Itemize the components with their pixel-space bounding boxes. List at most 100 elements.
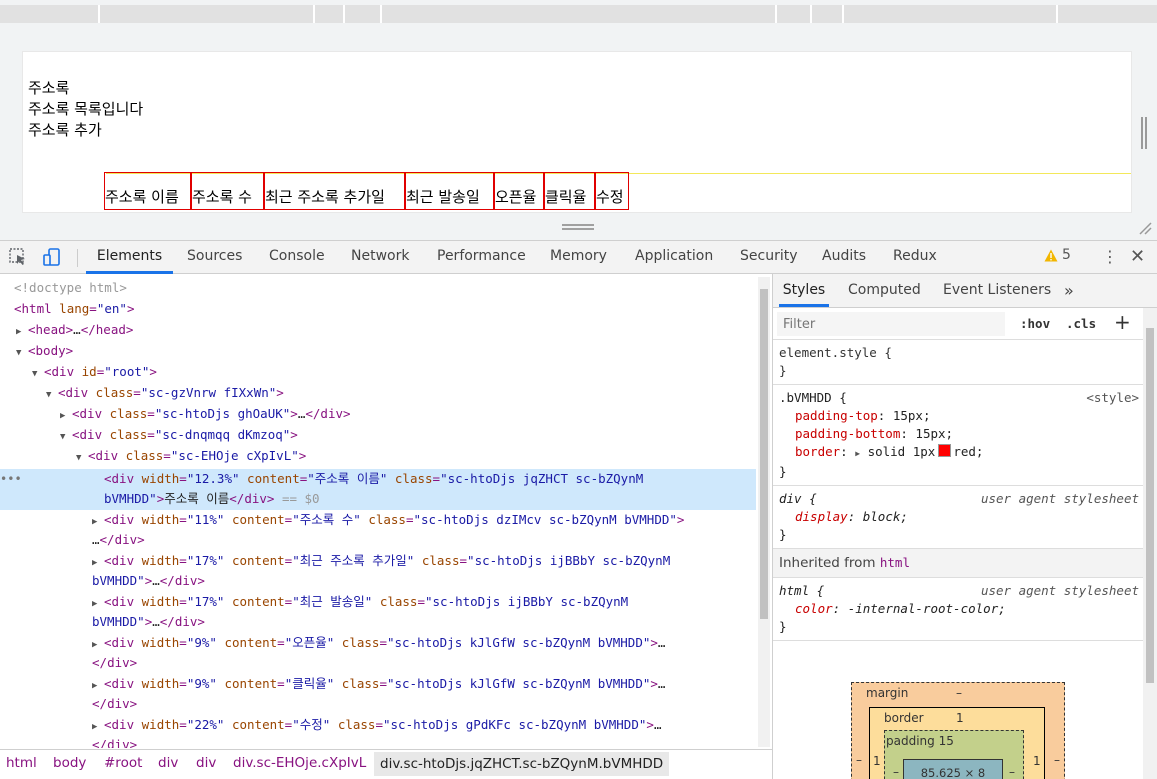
viewport-resize-handle[interactable]	[1141, 117, 1147, 149]
more-options-icon[interactable]: ⋮	[1102, 249, 1118, 265]
root-div-node[interactable]: ▼ <div id="root">	[32, 362, 157, 385]
border-value[interactable]: 1	[956, 711, 964, 725]
breadcrumb-item-current[interactable]: div.sc-htoDjs.jqZHCT.sc-bZQynM.bVMHDD	[374, 752, 670, 776]
div-node-continuation[interactable]: </div>	[92, 694, 137, 715]
inherited-tag-link[interactable]: html	[880, 555, 910, 570]
collapse-triangle-icon[interactable]: ▼	[76, 448, 88, 469]
tab-memory[interactable]: Memory	[550, 241, 607, 274]
breadcrumb: html body #root div div div.sc-EHOje.cXp…	[0, 749, 772, 779]
color-swatch-icon[interactable]	[938, 444, 952, 457]
close-devtools-icon[interactable]: ✕	[1130, 246, 1145, 267]
tab-computed[interactable]: Computed	[848, 274, 921, 307]
breadcrumb-item[interactable]: div.sc-EHOje.cXpIvL	[233, 755, 366, 771]
styles-filter-input[interactable]	[777, 312, 1005, 336]
bvmhdd-style-rule[interactable]: .bVMHDD { <style> padding-top: 15px; pad…	[773, 385, 1143, 486]
content-attr-name: content	[231, 594, 285, 609]
div-node[interactable]: ▶ <div width="9%" content="클릭율" class="sc…	[92, 674, 665, 697]
devtools-drag-handle[interactable]	[562, 224, 594, 230]
selected-div-node[interactable]: <div width="12.3%" content="주소록 이름" clas…	[104, 469, 643, 490]
div-node[interactable]: ▶ <div width="9%" content="오픈율" class="sc…	[92, 633, 665, 656]
tab-application[interactable]: Application	[635, 241, 713, 274]
padding-left-value[interactable]: –	[893, 765, 899, 779]
media-query-ruler[interactable]	[0, 5, 1157, 23]
element-style-rule[interactable]: element.style { }	[773, 340, 1143, 385]
div-node-continuation[interactable]: bVMHDD">…</div>	[92, 571, 205, 592]
warnings-counter[interactable]: 5	[1044, 247, 1071, 263]
box-model-padding[interactable]: padding 15 – – 85.625 × 8	[884, 730, 1024, 779]
tab-event-listeners[interactable]: Event Listeners	[943, 274, 1051, 307]
margin-value[interactable]: –	[956, 686, 962, 700]
tab-console[interactable]: Console	[269, 241, 325, 274]
breadcrumb-item[interactable]: div	[196, 755, 216, 771]
hover-state-toggle[interactable]: :hov	[1020, 316, 1050, 331]
padding-right-value[interactable]: –	[1009, 765, 1015, 779]
collapse-triangle-icon[interactable]: ▼	[46, 385, 58, 406]
tab-elements[interactable]: Elements	[86, 241, 173, 274]
rule-source-link[interactable]: <style>	[1086, 389, 1139, 407]
inspect-element-icon[interactable]	[8, 247, 28, 267]
div-node-continuation[interactable]: …</div>	[92, 530, 145, 551]
body-node[interactable]: ▼ <body>	[16, 341, 73, 364]
expand-triangle-icon[interactable]: ▶	[60, 406, 72, 427]
corner-resize-icon[interactable]	[1138, 221, 1152, 235]
box-model-margin[interactable]: margin – – – border 1 1 1 padding 15 – –…	[851, 682, 1065, 779]
style-property[interactable]: border: ▶ solid 1px red;	[779, 443, 1137, 463]
margin-right-value[interactable]: –	[1054, 753, 1060, 767]
collapse-triangle-icon[interactable]: ▼	[32, 364, 44, 385]
div-node[interactable]: ▶ <div class="sc-htoDjs ghOaUK">…</div>	[60, 404, 351, 427]
tab-sources[interactable]: Sources	[187, 241, 242, 274]
breadcrumb-item[interactable]: #root	[104, 755, 142, 771]
breadcrumb-item[interactable]: html	[6, 755, 37, 771]
collapse-triangle-icon[interactable]: ▼	[60, 427, 72, 448]
expand-triangle-icon[interactable]: ▶	[16, 322, 28, 343]
expand-shorthand-icon[interactable]: ▶	[855, 449, 860, 458]
div-node[interactable]: ▼ <div class="sc-gzVnrw fIXxWn">	[46, 383, 284, 406]
padding-value[interactable]: 15	[939, 734, 954, 748]
class-toggle[interactable]: .cls	[1066, 316, 1096, 331]
breadcrumb-item[interactable]: body	[53, 755, 86, 771]
tab-performance[interactable]: Performance	[437, 241, 526, 274]
collapse-triangle-icon[interactable]: ▼	[16, 343, 28, 364]
box-model-content[interactable]: 85.625 × 8	[903, 759, 1003, 779]
div-class-value: bVMHDD	[104, 491, 150, 506]
html-ua-style-rule[interactable]: html { user agent stylesheet color: -int…	[773, 578, 1143, 641]
div-ua-style-rule[interactable]: div { user agent stylesheet display: blo…	[773, 486, 1143, 549]
style-property[interactable]: padding-top: 15px;	[779, 407, 1137, 425]
div-node-continuation[interactable]: bVMHDD">…</div>	[92, 612, 205, 633]
tab-security[interactable]: Security	[740, 241, 798, 274]
div-node-continuation[interactable]: </div>	[92, 653, 137, 674]
add-address-book-link[interactable]: 주소록 추가	[28, 120, 102, 141]
head-node[interactable]: ▶ <head>…</head>	[16, 320, 133, 343]
scrollbar-thumb[interactable]	[1146, 328, 1154, 683]
div-node-continuation[interactable]: </div>	[92, 735, 137, 748]
html-node[interactable]: <html lang="en">	[14, 299, 134, 320]
elements-tree-panel[interactable]: ••• <!doctype html> <html lang="en"> ▶ <h…	[0, 274, 758, 748]
device-toolbar-icon[interactable]	[42, 247, 62, 267]
property-value: solid 1px	[867, 444, 936, 459]
div-node[interactable]: ▼ <div class="sc-dnqmqq dKmzoq">	[60, 425, 298, 448]
border-right-value[interactable]: 1	[1033, 754, 1041, 768]
selected-div-node-continuation[interactable]: bVMHDD">주소록 이름</div> == $0	[104, 489, 320, 510]
tab-audits[interactable]: Audits	[822, 241, 866, 274]
margin-left-value[interactable]: –	[856, 753, 862, 767]
elements-scrollbar[interactable]	[758, 277, 770, 747]
class-attr-name: class	[368, 512, 406, 527]
new-style-rule-icon[interactable]: +	[1114, 310, 1131, 334]
tab-network[interactable]: Network	[351, 241, 409, 274]
styles-scrollbar[interactable]	[1143, 308, 1157, 779]
box-model-border[interactable]: border 1 1 1 padding 15 – – 85.625 × 8	[869, 707, 1045, 779]
div-node[interactable]: ▼ <div class="sc-EHOje cXpIvL">	[76, 446, 306, 469]
doctype-node[interactable]: <!doctype html>	[14, 278, 127, 299]
div-node[interactable]: ▶ <div width="11%" content="주소록 수" class=…	[92, 510, 684, 533]
div-node[interactable]: ▶ <div width="22%" content="수정" class="sc…	[92, 715, 661, 738]
tab-styles[interactable]: Styles	[779, 274, 829, 307]
border-left-value[interactable]: 1	[873, 754, 881, 768]
collapsed-ellipsis: …	[73, 322, 81, 337]
breadcrumb-item[interactable]: div	[158, 755, 178, 771]
style-property[interactable]: padding-bottom: 15px;	[779, 425, 1137, 443]
tab-redux[interactable]: Redux	[893, 241, 937, 274]
scrollbar-thumb[interactable]	[760, 289, 768, 619]
selected-node-menu-icon[interactable]: •••	[0, 469, 22, 490]
html-tag-name: html	[21, 301, 52, 316]
more-tabs-icon[interactable]: »	[1064, 274, 1074, 307]
